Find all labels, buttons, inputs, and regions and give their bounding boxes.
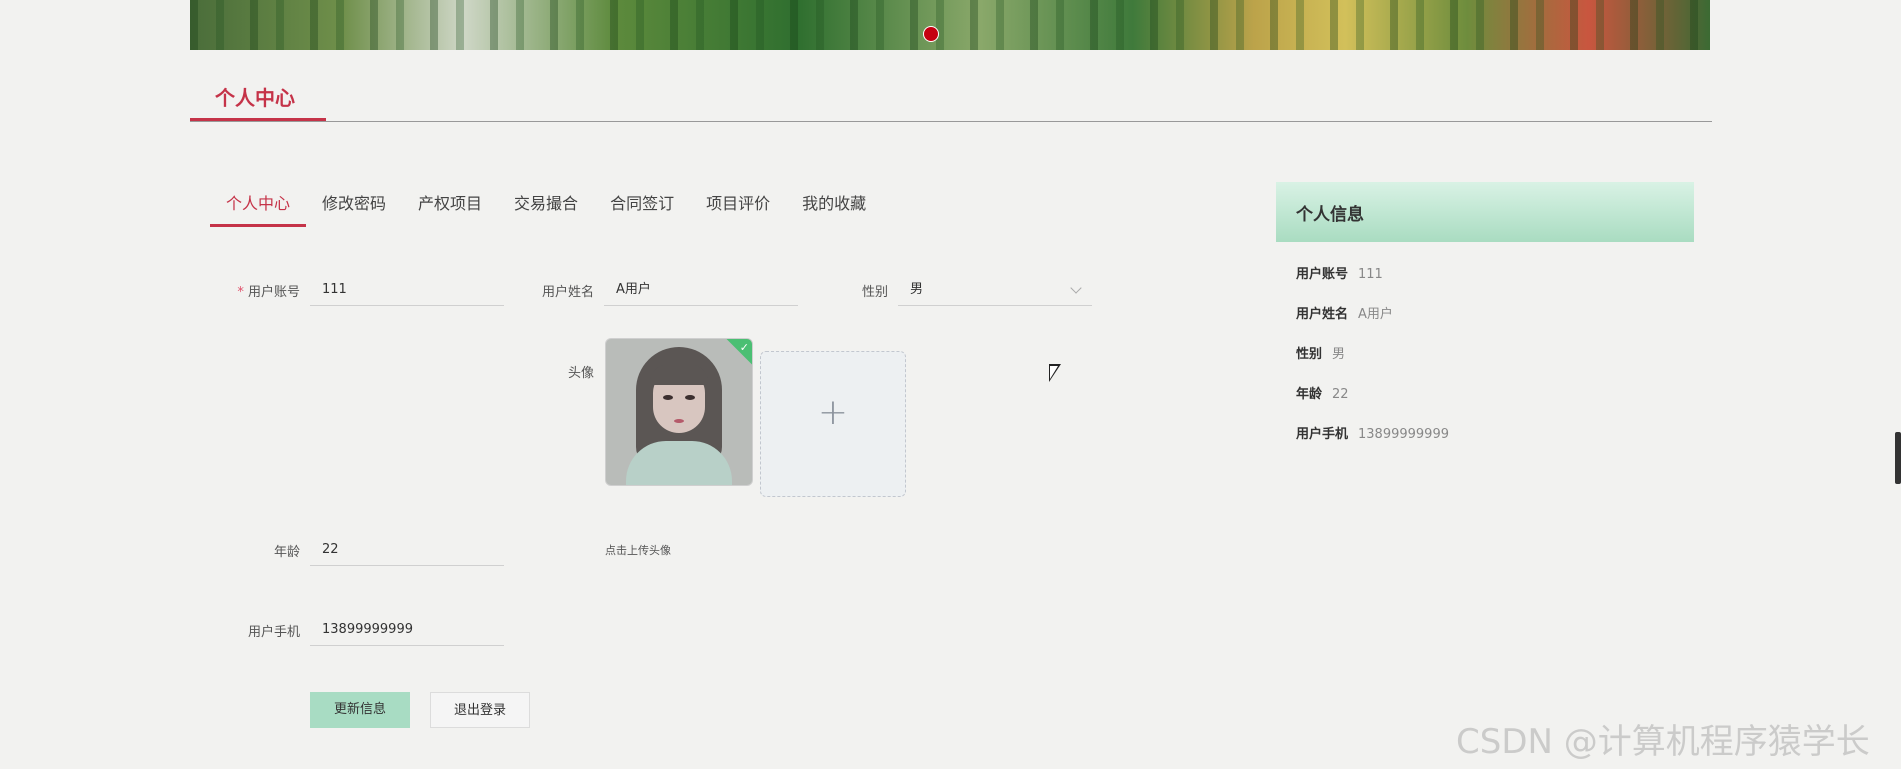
tab-personal-center[interactable]: 个人中心 [210,191,307,227]
required-mark: * [237,285,244,300]
banner-scenery [190,0,1710,50]
info-row-age: 年龄 22 [1296,387,1349,402]
tab-bar: 个人中心 修改密码 产权项目 交易撮合 合同签订 项目评价 我的收藏 [210,191,882,227]
scrollbar-thumb[interactable] [1895,432,1901,484]
info-row-gender: 性别男 [1296,347,1346,362]
gender-select[interactable]: 男 [898,274,1092,306]
age-label: 年龄 [273,545,300,560]
tab-property-projects[interactable]: 产权项目 [402,191,498,227]
account-label-text: 用户账号 [247,285,300,300]
update-info-button[interactable]: 更新信息 [310,692,410,728]
info-card-header: 个人信息 [1276,182,1694,242]
watermark: CSDN @计算机程序猿学长 [1456,722,1870,762]
account-label: * 用户账号 [200,281,300,300]
banner-image [190,0,1710,50]
phone-label: 用户手机 [247,625,300,640]
avatar-label: 头像 [567,366,594,381]
mouse-cursor-icon [1049,364,1061,382]
avatar-image[interactable]: ✓ [605,338,753,486]
check-icon: ✓ [739,341,749,354]
info-card-title: 个人信息 [1296,205,1364,225]
carousel-indicator[interactable] [923,26,939,42]
upload-hint: 点击上传头像 [605,544,671,557]
info-row-name: 用户姓名 A用户 [1296,307,1393,322]
plus-icon: + [817,392,849,433]
page-title: 个人中心 [215,86,295,110]
name-field[interactable]: A用户 [604,274,798,306]
chevron-down-icon [1070,282,1082,294]
tab-contract-signing[interactable]: 合同签订 [594,191,690,227]
phone-field[interactable]: 13899999999 [310,614,504,646]
tab-change-password[interactable]: 修改密码 [306,191,402,227]
tab-project-review[interactable]: 项目评价 [690,191,786,227]
age-field[interactable]: 22 [310,534,504,566]
logout-button[interactable]: 退出登录 [430,692,530,728]
name-label: 用户姓名 [541,285,594,300]
tab-trade-matching[interactable]: 交易撮合 [498,191,594,227]
avatar-upload-button[interactable]: + [760,351,906,497]
gender-value: 男 [910,282,924,297]
info-row-phone: 用户手机 13899999999 [1296,427,1449,442]
account-field[interactable]: 111 [310,274,504,306]
section-divider [190,121,1712,122]
gender-label: 性别 [861,285,888,300]
info-row-account: 用户账号 111 [1296,267,1383,282]
tab-my-favorites[interactable]: 我的收藏 [786,191,882,227]
